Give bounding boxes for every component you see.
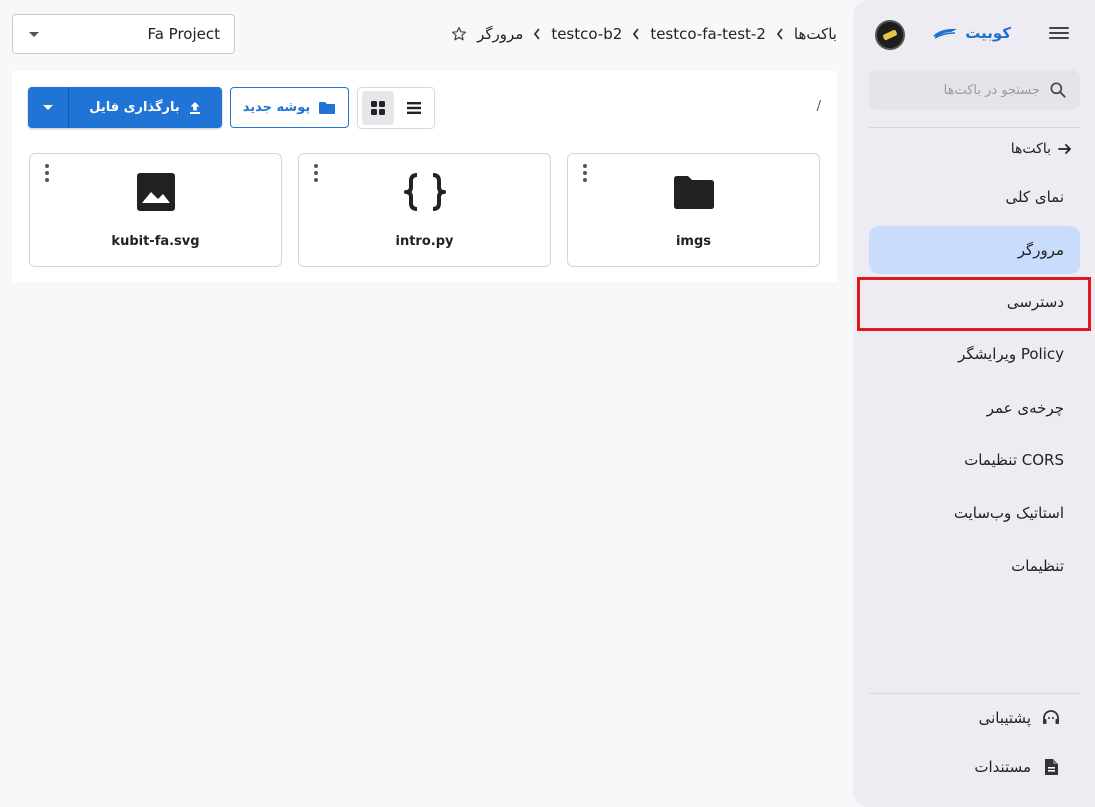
grid-view-button[interactable]: [362, 91, 394, 125]
sidebar-item-settings[interactable]: تنظیمات: [869, 542, 1080, 590]
upload-file-button[interactable]: بارگذاری فایل: [69, 87, 222, 128]
current-path: /: [816, 99, 821, 114]
project-select[interactable]: Fa Project: [12, 14, 235, 54]
support-label: پشتیبانی: [978, 709, 1031, 727]
back-to-buckets[interactable]: باکت‌ها: [1011, 137, 1073, 161]
bucket-search[interactable]: [868, 70, 1080, 110]
folder-icon: [673, 176, 714, 209]
file-card[interactable]: intro.py: [298, 153, 551, 267]
sidebar-item-policy-editor[interactable]: ویرایشگر Policy: [869, 330, 1080, 378]
file-name: kubit-fa.svg: [111, 234, 200, 249]
search-input[interactable]: [868, 81, 1048, 99]
docs-label: مستندات: [974, 758, 1031, 776]
sidebar-item-static-website[interactable]: استاتیک وب‌سایت: [869, 489, 1080, 537]
search-icon: [1050, 82, 1066, 98]
upload-label: بارگذاری فایل: [89, 100, 180, 115]
view-toggle: [357, 87, 435, 129]
avatar[interactable]: [875, 20, 905, 50]
chevron-left-icon: [633, 28, 640, 40]
sidebar: کوبیت باکت‌ها نمای کلی مرورگر دسترسی ویر…: [853, 0, 1095, 807]
folder-card[interactable]: imgs: [567, 153, 820, 267]
brand-logo-icon: [933, 28, 958, 39]
brand-name: کوبیت: [965, 24, 1011, 42]
sidebar-item-cors[interactable]: تنظیمات CORS: [869, 436, 1080, 484]
more-vert-icon[interactable]: [313, 164, 319, 182]
headset-icon: [1043, 710, 1059, 724]
brand[interactable]: کوبیت: [931, 24, 1011, 42]
sidebar-divider: [869, 127, 1080, 128]
file-name: imgs: [675, 234, 712, 249]
sidebar-item-overview[interactable]: نمای کلی: [869, 173, 1080, 221]
sidebar-item-lifecycle[interactable]: چرخه‌ی عمر: [869, 384, 1080, 432]
file-card[interactable]: kubit-fa.svg: [29, 153, 282, 267]
sidebar-item-label: چرخه‌ی عمر: [986, 399, 1064, 417]
file-name: intro.py: [395, 234, 454, 249]
code-braces-icon: [403, 173, 446, 211]
image-icon: [136, 173, 175, 211]
sidebar-item-access[interactable]: دسترسی: [869, 278, 1080, 326]
new-folder-button[interactable]: پوشه جدید: [230, 87, 349, 128]
sidebar-item-label: دسترسی: [1006, 293, 1064, 311]
chevron-left-icon: [534, 28, 541, 40]
sidebar-item-browser[interactable]: مرورگر: [869, 226, 1080, 274]
upload-button-group: بارگذاری فایل: [28, 87, 222, 128]
project-select-value: Fa Project: [147, 25, 220, 43]
more-vert-icon[interactable]: [44, 164, 50, 182]
breadcrumb-item[interactable]: testco-fa-test-2: [650, 25, 766, 43]
more-vert-icon[interactable]: [582, 164, 588, 182]
menu-icon[interactable]: [1049, 24, 1069, 44]
sidebar-item-label: تنظیمات CORS: [964, 451, 1064, 469]
upload-icon: [189, 101, 200, 114]
document-icon: [1045, 759, 1058, 775]
arrow-right-icon: [1058, 144, 1071, 154]
folder-icon: [319, 101, 336, 114]
sidebar-header: کوبیت: [853, 18, 1095, 52]
sidebar-item-label: استاتیک وب‌سایت: [953, 504, 1064, 522]
sidebar-item-label: ویرایشگر Policy: [958, 345, 1064, 363]
sidebar-item-label: تنظیمات: [1011, 557, 1064, 575]
docs-link[interactable]: مستندات: [974, 755, 1061, 779]
breadcrumb-current: مرورگر: [477, 25, 524, 43]
upload-options-button[interactable]: [28, 87, 69, 128]
breadcrumb-item[interactable]: باکت‌ها: [794, 25, 837, 43]
grid-icon: [371, 101, 385, 115]
new-folder-label: پوشه جدید: [242, 100, 311, 115]
file-browser-panel: بارگذاری فایل پوشه جدید / kubit-fa.svg i…: [12, 71, 837, 282]
list-icon: [407, 102, 421, 114]
sidebar-item-label: نمای کلی: [1005, 188, 1064, 206]
avatar-logo-icon: [882, 29, 898, 41]
breadcrumb: باکت‌ها testco-fa-test-2 testco-b2 مرورگ…: [451, 22, 837, 46]
star-icon[interactable]: [451, 26, 467, 42]
support-link[interactable]: پشتیبانی: [979, 706, 1061, 730]
chevron-down-icon: [43, 105, 53, 110]
breadcrumb-item[interactable]: testco-b2: [551, 25, 622, 43]
back-label: باکت‌ها: [1010, 141, 1051, 157]
sidebar-divider: [869, 693, 1080, 694]
list-view-button[interactable]: [398, 91, 430, 125]
chevron-down-icon: [29, 31, 39, 37]
chevron-left-icon: [776, 28, 783, 40]
sidebar-item-label: مرورگر: [1017, 241, 1064, 259]
